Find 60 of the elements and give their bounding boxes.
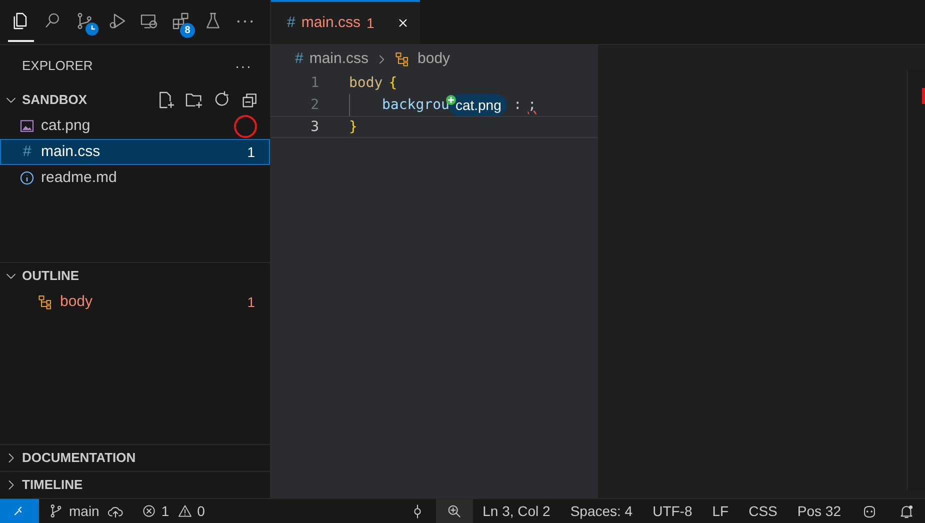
warning-icon — [177, 503, 194, 519]
zoom-button[interactable] — [436, 498, 473, 523]
editor-tab[interactable]: # main.css 1 — [271, 0, 420, 44]
css-icon: # — [287, 12, 296, 34]
count-badge: 8 — [180, 23, 195, 38]
status-item[interactable]: CSS — [738, 500, 788, 522]
info-icon — [19, 170, 35, 186]
status-item[interactable]: Pos 32 — [787, 500, 851, 522]
section-header[interactable]: OUTLINE — [0, 263, 270, 289]
code-token: { — [388, 74, 398, 92]
section-title: SANDBOX — [22, 91, 88, 110]
branch-icon — [48, 503, 64, 519]
line-number: 1 — [310, 74, 319, 92]
problem-count: 1 — [366, 14, 374, 32]
remote-button[interactable] — [0, 498, 39, 523]
error-icon — [141, 503, 158, 519]
more-icon — [237, 20, 253, 22]
status-item[interactable]: Ln 3, Col 2 — [472, 500, 560, 522]
section-title: OUTLINE — [22, 267, 80, 286]
problem-count: 1 — [247, 142, 255, 162]
section-header[interactable]: SANDBOX — [0, 87, 270, 113]
code-token: backgrou — [382, 96, 450, 114]
file-name: readme.md — [41, 168, 117, 188]
sidebar-title: EXPLORER — [22, 57, 93, 76]
file-name: main.css — [41, 142, 100, 162]
tab-label: main.css — [301, 12, 361, 33]
bell-icon — [898, 502, 915, 520]
symbol-name: body — [60, 292, 93, 312]
file-item[interactable]: readme.md — [0, 165, 270, 191]
error-marker — [922, 88, 925, 104]
problems-button[interactable]: 1 0 — [133, 500, 213, 522]
more-actions-button[interactable]: ··· — [235, 56, 252, 76]
code-token: } — [349, 118, 358, 136]
file-item[interactable]: # main.css 1 — [0, 139, 270, 165]
line-number: 2 — [310, 96, 319, 114]
play-icon — [107, 11, 127, 31]
extensions-activity-button[interactable]: 8 — [168, 2, 194, 42]
image-icon — [19, 118, 35, 134]
file-name: cat.png — [41, 116, 90, 136]
breadcrumb-item[interactable]: body — [418, 48, 450, 70]
breadcrumb-item[interactable]: main.css — [309, 48, 369, 70]
code-token: : — [513, 96, 522, 114]
branch-button[interactable]: main — [39, 500, 134, 522]
css-icon: # — [19, 140, 35, 164]
section-header[interactable]: DOCUMENTATION — [0, 445, 270, 471]
drag-label: cat.png — [449, 94, 508, 116]
section-title: TIMELINE — [22, 476, 83, 494]
status-item[interactable]: LF — [702, 500, 739, 522]
section-title: DOCUMENTATION — [22, 449, 136, 468]
line-number: 3 — [310, 118, 319, 136]
section-header[interactable]: TIMELINE — [0, 472, 270, 498]
outline-item[interactable]: body 1 — [0, 289, 270, 315]
zoom-icon — [446, 502, 463, 520]
status-item[interactable]: Spaces: 4 — [560, 500, 643, 522]
css-icon: # — [295, 48, 304, 70]
problem-count: 1 — [247, 292, 255, 312]
code-token: body — [349, 74, 383, 92]
code-token: ; — [528, 96, 536, 114]
indent-guide — [349, 94, 350, 116]
status-item[interactable]: UTF-8 — [642, 500, 702, 522]
